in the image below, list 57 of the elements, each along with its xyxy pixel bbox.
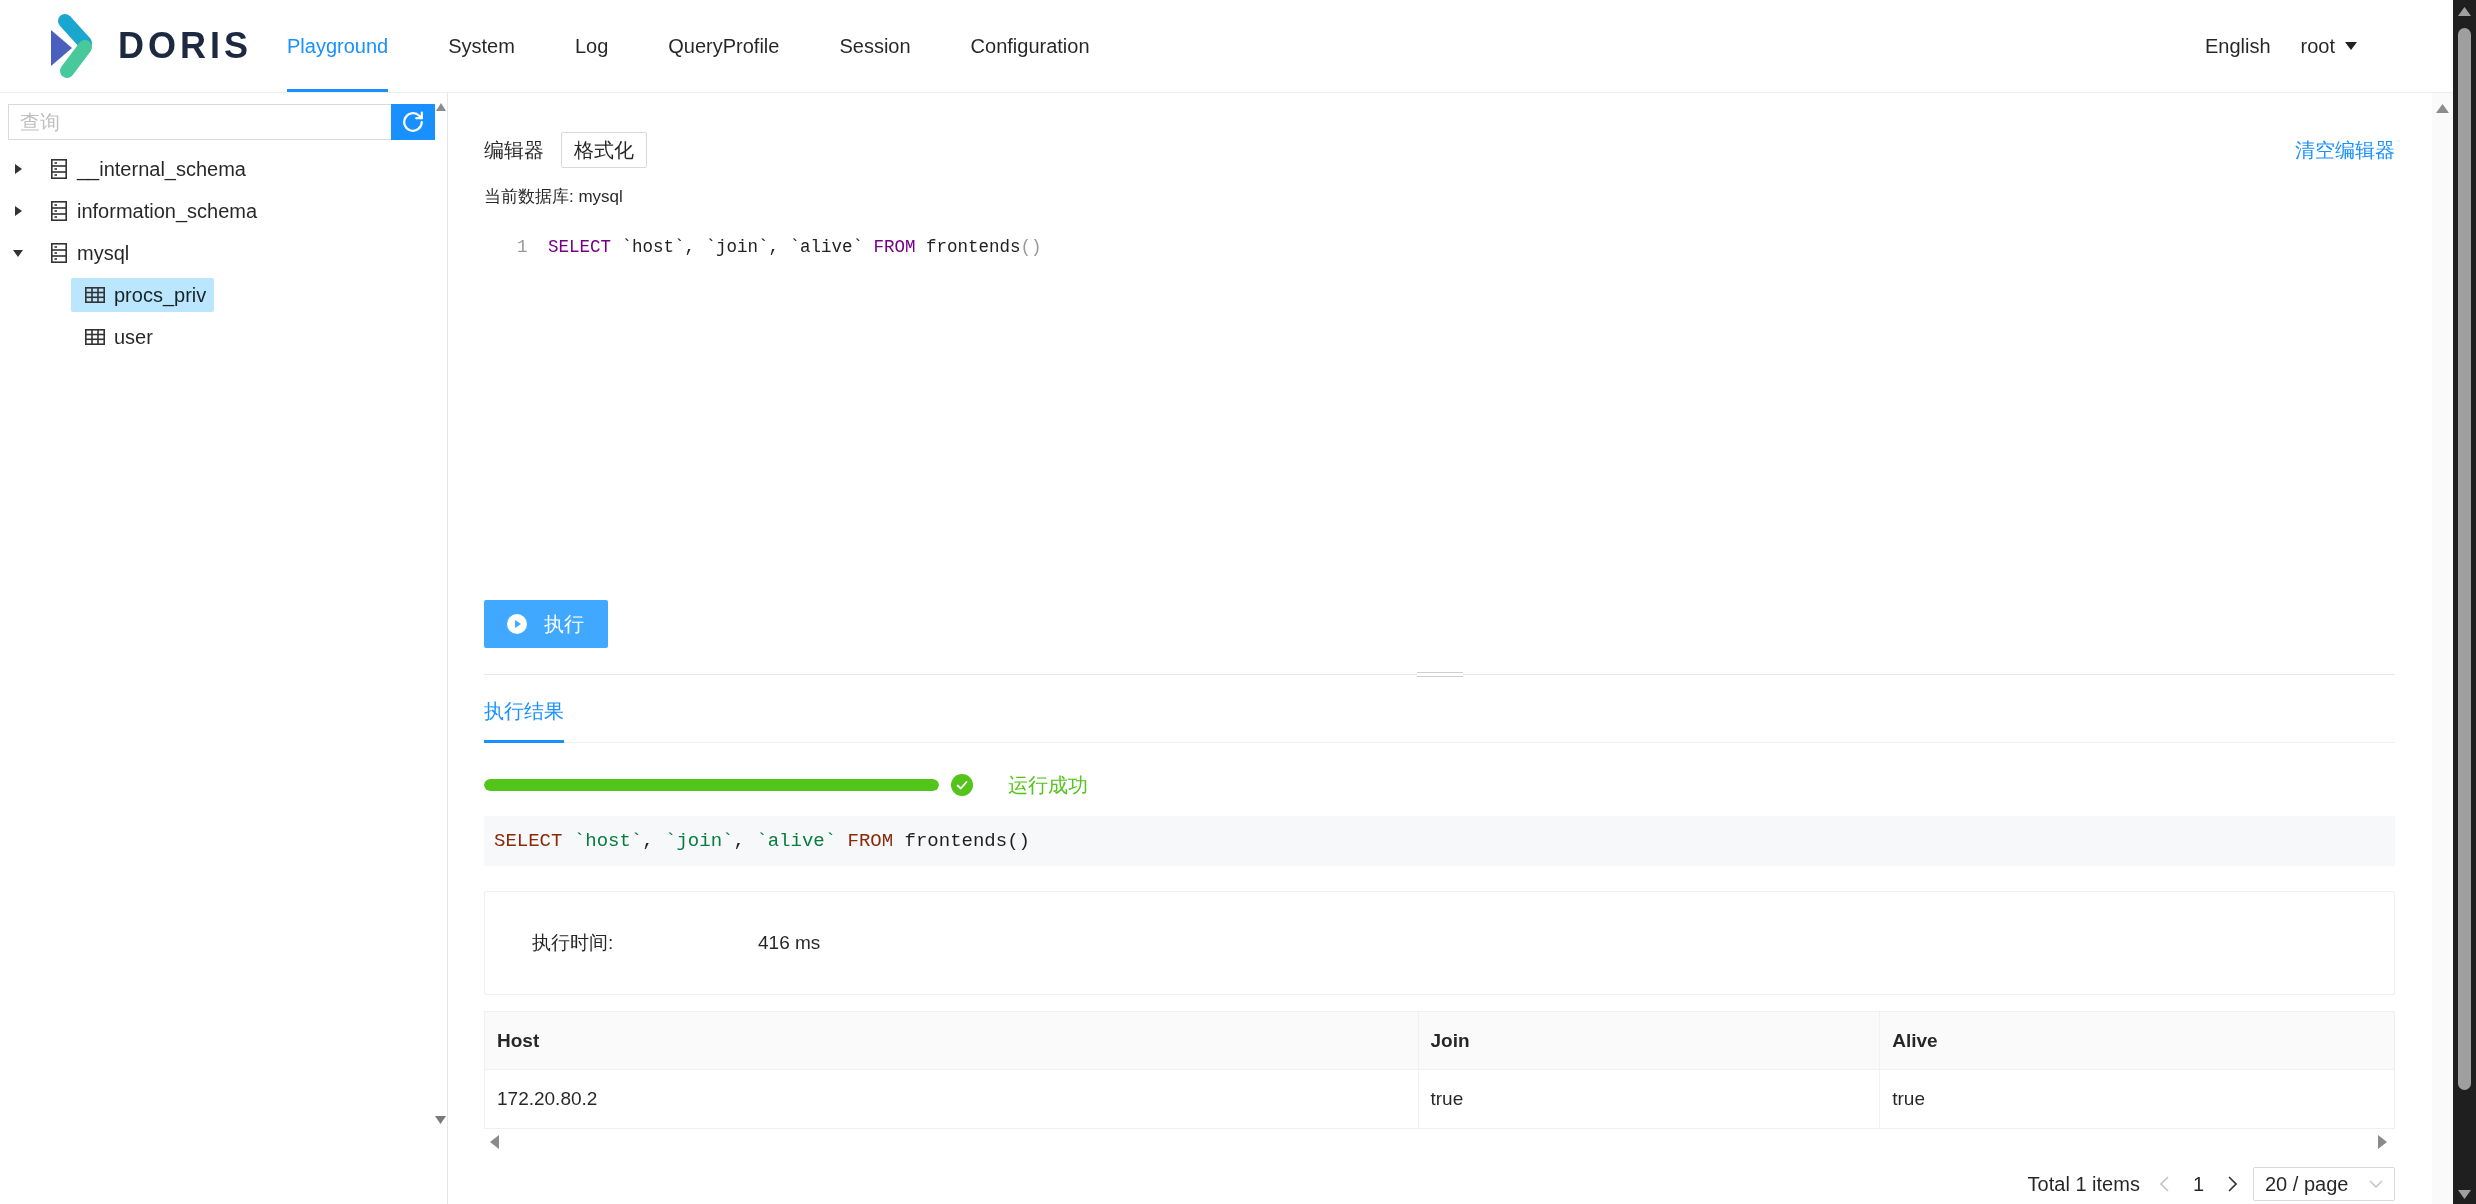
database-icon (51, 243, 67, 263)
column-header: Alive (1879, 1012, 2394, 1070)
table-cell-text: 172.20.80.2 (496, 1087, 599, 1111)
caret-right-icon[interactable] (13, 164, 23, 174)
caret-down-icon[interactable] (13, 248, 23, 258)
nav-tab[interactable]: System (448, 0, 515, 92)
chevron-down-icon (2369, 1180, 2383, 1188)
current-database-label: 当前数据库: mysql (484, 186, 623, 208)
table-icon (85, 329, 105, 345)
nav-tab[interactable]: QueryProfile (668, 0, 780, 92)
database-icon (51, 201, 67, 221)
caret-down-icon (2345, 42, 2357, 50)
scroll-down-arrow-icon[interactable] (435, 1116, 446, 1124)
stat-label: 执行时间: (532, 931, 615, 955)
table-cell: true (1417, 1070, 1880, 1128)
tree-node[interactable]: information_schema (43, 194, 266, 228)
nav-tab[interactable]: Configuration (970, 0, 1090, 92)
tree-node[interactable]: __internal_schema (43, 152, 254, 186)
user-menu[interactable]: root (2300, 34, 2357, 58)
page-size-select[interactable]: 20 / page (2253, 1167, 2395, 1201)
play-icon (507, 614, 527, 634)
refresh-icon (402, 111, 424, 133)
chevron-right-icon[interactable] (2228, 1176, 2237, 1192)
code-editor-field[interactable]: 1 SELECT `host`, `join`, `alive` FROM frontends() (484, 232, 2395, 585)
caret-right-icon[interactable] (13, 206, 23, 216)
refresh-button[interactable] (391, 104, 435, 140)
format-button[interactable]: 格式化 (561, 132, 647, 168)
tree-node[interactable]: mysql (43, 236, 138, 270)
scroll-left-arrow-icon[interactable] (490, 1134, 499, 1149)
scroll-down-arrow-icon[interactable] (2458, 1190, 2471, 1199)
editor-title: 编辑器 (484, 137, 544, 163)
database-icon (51, 159, 67, 179)
scroll-up-arrow-icon[interactable] (2458, 7, 2471, 16)
line-number: 1 (517, 236, 529, 259)
nav-tab[interactable]: Log (574, 0, 609, 92)
tree-node[interactable]: user (71, 320, 161, 354)
scrollbar-thumb[interactable] (2458, 28, 2471, 1090)
scroll-right-arrow-icon[interactable] (2378, 1134, 2387, 1149)
column-header: Join (1417, 1012, 1880, 1070)
pagination-total: Total 1 items (2027, 1172, 2140, 1196)
nav-tab[interactable]: Session (839, 0, 911, 92)
stat-value: 416 ms (758, 932, 821, 954)
page-scrollbar[interactable] (2453, 0, 2476, 1204)
query-code-block: SELECT `host`, `join`, `alive` FROM frontends() (484, 816, 2395, 866)
tree-node[interactable]: procs_priv (71, 278, 215, 312)
column-header: Host (485, 1012, 1418, 1070)
scroll-up-arrow-icon[interactable] (2436, 104, 2449, 113)
status-text: 运行成功 (1008, 772, 1088, 798)
logo-text: DORIS (118, 25, 252, 67)
table-icon (85, 287, 105, 303)
current-page[interactable]: 1 (2192, 1172, 2204, 1196)
language-link[interactable]: English (2204, 34, 2271, 58)
table-cell: true (1879, 1070, 2394, 1128)
search-field[interactable]: 查询 (8, 104, 391, 140)
scroll-up-arrow-icon[interactable] (436, 103, 446, 111)
content-scrollbar[interactable] (2432, 93, 2453, 1204)
code-line: SELECT `host`, `join`, `alive` FROM frontends() (548, 236, 1042, 259)
